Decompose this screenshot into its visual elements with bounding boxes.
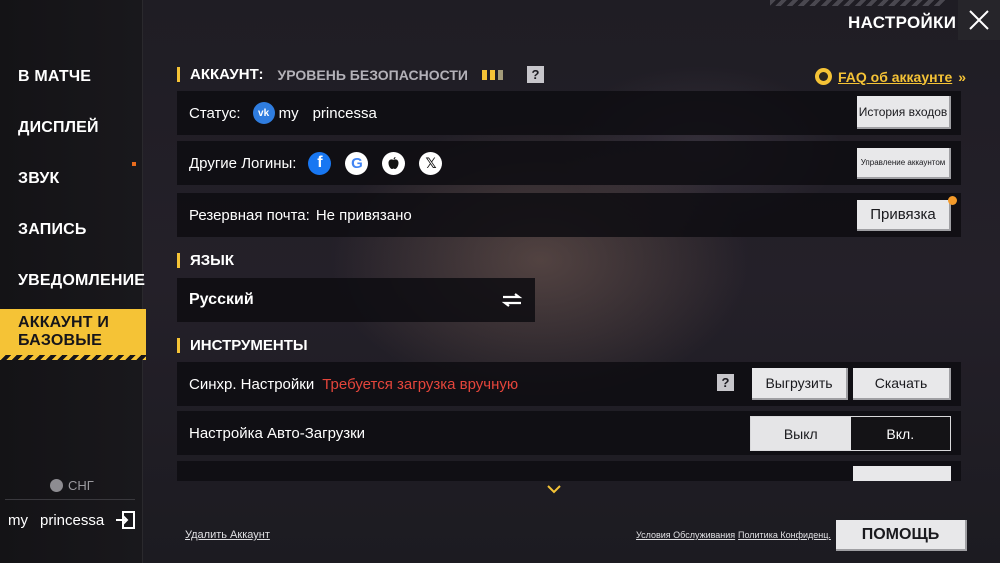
privacy-policy-link[interactable]: Политика Конфиденц.	[738, 530, 831, 540]
sidebar-item-in-match[interactable]: В МАТЧЕ	[0, 55, 143, 99]
notification-dot	[132, 162, 136, 166]
faq-label: FAQ об аккаунте	[838, 68, 953, 85]
backup-email-label: Резервная почта:	[189, 206, 310, 224]
backup-email-value: Не привязано	[315, 206, 412, 224]
header-stripes	[770, 0, 945, 6]
upload-button[interactable]: Выгрузить	[752, 368, 848, 400]
social-logins: f G 𝕏	[308, 151, 443, 175]
auto-download-label: Настройка Авто-Загрузки	[189, 424, 366, 442]
login-history-button[interactable]: История входов	[857, 96, 951, 129]
google-icon[interactable]: G	[345, 151, 369, 175]
faq-account-link[interactable]: FAQ об аккаунте »	[815, 68, 966, 85]
tools-section-title: ИНСТРУМЕНТЫ	[190, 337, 308, 354]
other-logins-label: Другие Логины:	[189, 154, 297, 172]
username-first: my	[8, 511, 28, 529]
swap-arrows-icon	[501, 293, 523, 307]
partially-hidden-button[interactable]	[853, 466, 951, 481]
help-question-icon[interactable]: ?	[526, 66, 544, 83]
vk-icon: vk	[252, 102, 275, 124]
section-accent-bar	[177, 253, 180, 268]
sidebar: В МАТЧЕ ДИСПЛЕЙ ЗВУК ЗАПИСЬ УВЕДОМЛЕНИЕ …	[0, 0, 146, 563]
account-section-title: АККАУНТ:	[190, 66, 264, 83]
toggle-on-option[interactable]: Вкл.	[850, 417, 950, 450]
close-icon	[969, 10, 989, 30]
sync-warning: Требуется загрузка вручную	[322, 375, 519, 393]
status-label: Статус:	[189, 104, 241, 122]
other-logins-row: Другие Логины: f G 𝕏	[177, 141, 961, 185]
bind-email-button[interactable]: Привязка	[857, 200, 951, 231]
apple-icon[interactable]	[382, 151, 406, 175]
section-accent-bar	[177, 338, 180, 353]
security-level-label: УРОВЕНЬ БЕЗОПАСНОСТИ	[277, 66, 468, 83]
double-chevron-right-icon: »	[958, 68, 967, 85]
active-item-stripes	[0, 355, 146, 360]
bind-button-label: Привязка	[870, 206, 936, 223]
delete-account-link[interactable]: Удалить Аккаунт	[185, 529, 270, 541]
download-button[interactable]: Скачать	[853, 368, 951, 400]
sidebar-item-recording[interactable]: ЗАПИСЬ	[0, 208, 143, 252]
sidebar-item-display[interactable]: ДИСПЛЕЙ	[0, 106, 143, 150]
sync-label: Синхр. Настройки	[189, 375, 315, 393]
partially-hidden-row	[177, 461, 961, 481]
help-button[interactable]: ПОМОЩЬ	[836, 520, 967, 551]
language-selector[interactable]: Русский	[177, 278, 535, 322]
status-name-first: my	[278, 104, 299, 122]
language-current: Русский	[189, 291, 254, 308]
status-row: Статус: vk my princessa	[177, 91, 961, 135]
account-section-header: АККАУНТ: УРОВЕНЬ БЕЗОПАСНОСТИ ?	[177, 66, 544, 83]
security-level-bars	[481, 69, 503, 80]
status-name-second: princessa	[312, 104, 377, 122]
thumbs-up-icon	[948, 196, 957, 205]
close-button[interactable]	[958, 0, 1000, 40]
manage-account-button[interactable]: Управление аккаунтом	[857, 148, 951, 179]
username-second: princessa	[40, 511, 105, 529]
page-title: НАСТРОЙКИ	[848, 13, 957, 32]
facebook-icon[interactable]: f	[308, 151, 332, 175]
region-indicator: СНГ	[50, 478, 94, 493]
backup-email-row: Резервная почта: Не привязано	[177, 193, 961, 237]
x-twitter-icon[interactable]: 𝕏	[419, 151, 443, 175]
sync-help-icon[interactable]: ?	[717, 374, 734, 391]
language-section-header: ЯЗЫК	[177, 252, 234, 269]
sidebar-item-notifications[interactable]: УВЕДОМЛЕНИЕ	[0, 259, 145, 303]
globe-icon	[50, 479, 63, 492]
auto-download-toggle[interactable]: Выкл Вкл.	[750, 416, 951, 451]
sidebar-item-account-basic[interactable]: АККАУНТ И БАЗОВЫЕ	[0, 309, 146, 355]
sidebar-item-sound[interactable]: ЗВУК	[0, 157, 143, 201]
region-label: СНГ	[68, 478, 94, 493]
tools-section-header: ИНСТРУМЕНТЫ	[177, 337, 308, 354]
sidebar-divider	[5, 499, 135, 500]
globe-icon	[815, 68, 832, 85]
language-section-title: ЯЗЫК	[190, 252, 235, 269]
logout-icon[interactable]	[114, 510, 136, 530]
section-accent-bar	[177, 67, 180, 82]
terms-of-service-link[interactable]: Условия Обслуживания	[636, 530, 735, 540]
chevron-down-icon[interactable]	[546, 484, 562, 494]
status-name: my princessa	[279, 105, 377, 122]
user-info: my princessa	[8, 510, 136, 530]
toggle-off-option[interactable]: Выкл	[751, 417, 851, 450]
